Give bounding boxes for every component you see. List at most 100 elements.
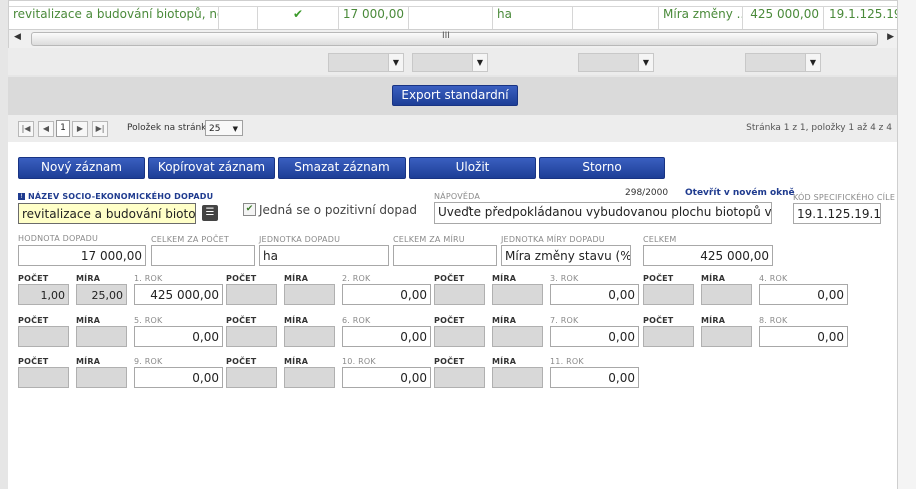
grid-cell-code[interactable]: 19.1.125.19.... [825,7,899,29]
new-record-button[interactable]: Nový záznam [18,157,145,179]
page-input[interactable]: 1 [56,120,70,137]
year-rate-input[interactable] [701,326,752,347]
hint-textarea[interactable]: Uveďte předpokládanou vybudovanou plochu… [434,202,772,224]
vertical-scrollbar[interactable] [897,0,916,489]
year-value-input[interactable]: 0,00 [342,367,431,388]
year-count-input[interactable] [643,284,694,305]
year-value-input[interactable]: 0,00 [342,284,431,305]
count-label: POČET [226,316,257,325]
unit-label: JEDNOTKA DOPADU [259,235,341,244]
code-label: KÓD SPECIFICKÉHO CÍLE [793,193,896,202]
scroll-left-icon[interactable]: ◀ [14,32,21,42]
positive-checkbox[interactable]: ✔ [243,203,256,216]
rate-label: MÍRA [492,357,517,366]
scroll-right-icon[interactable]: ▶ [887,32,894,42]
check-icon: ✔ [258,7,339,29]
grid-cell-unit[interactable]: ha [493,7,573,29]
year-count-input[interactable] [226,284,277,305]
year-label: 8. ROK [759,316,788,325]
next-page-icon[interactable]: ▶ [72,121,88,137]
count-label: POČET [18,316,49,325]
name-label: NÁZEV SOCIO-EKONOMICKÉHO DOPADU [28,192,214,201]
year-count-input[interactable] [643,326,694,347]
year-value-input[interactable]: 0,00 [759,284,848,305]
grip-icon: III [442,31,450,41]
copy-record-button[interactable]: Kopírovat záznam [148,157,275,179]
horizontal-scrollbar[interactable]: ◀ III ▶ [8,29,900,49]
value-label: HODNOTA DOPADU [18,234,99,243]
count-label: POČET [434,274,465,283]
detail-form: Nový záznam Kopírovat záznam Smazat zázn… [8,142,898,489]
total-rate-label: CELKEM ZA MÍRU [393,235,465,244]
value-input[interactable]: 17 000,00 [18,245,146,266]
year-count-input[interactable] [18,367,69,388]
year-rate-input[interactable] [76,367,127,388]
delete-record-button[interactable]: Smazat záznam [278,157,406,179]
grid-cell-name[interactable]: revitalizace a budování biotopů, nově z.… [13,7,219,29]
grid-cell-value[interactable]: 17 000,00 [339,7,409,29]
first-page-icon[interactable]: |◀ [18,121,34,137]
scrollbar-thumb[interactable]: III [31,31,878,46]
rate-label: MÍRA [701,316,726,325]
year-value-input[interactable]: 425 000,00 [134,284,223,305]
year-rate-input[interactable]: 25,00 [76,284,127,305]
year-label: 4. ROK [759,274,788,283]
rate-unit-input[interactable]: Míra změny stavu (%) [501,245,631,266]
total-input[interactable]: 425 000,00 [643,245,773,266]
count-label: POČET [643,316,674,325]
year-value-input[interactable]: 0,00 [134,326,223,347]
hint-counter: 298/2000 [625,188,669,198]
unit-input[interactable]: ha [259,245,389,266]
positive-label: Jedná se o pozitivní dopad [259,203,417,217]
year-label: 3. ROK [550,274,579,283]
open-new-window-link[interactable]: Otevřít v novém okně [685,188,795,198]
year-count-input[interactable] [18,326,69,347]
year-rate-input[interactable] [701,284,752,305]
per-page-value: 25 [209,124,221,134]
year-label: 11. ROK [550,357,584,366]
year-rate-input[interactable] [284,367,335,388]
save-button[interactable]: Uložit [409,157,536,179]
year-rate-input[interactable] [284,284,335,305]
year-count-input[interactable] [434,326,485,347]
year-rate-input[interactable] [492,326,543,347]
year-rate-input[interactable] [492,284,543,305]
year-rate-input[interactable] [284,326,335,347]
total-label: CELKEM [643,235,677,244]
year-count-input[interactable] [226,367,277,388]
year-rate-input[interactable] [76,326,127,347]
last-page-icon[interactable]: ▶| [92,121,108,137]
export-button[interactable]: Export standardní [392,85,518,106]
grid-cell-total[interactable]: 425 000,00 [744,7,824,29]
year-value-input[interactable]: 0,00 [759,326,848,347]
per-page-select[interactable]: 25 ▼ [205,120,243,136]
year-value-input[interactable]: 0,00 [550,367,639,388]
year-value-input[interactable]: 0,00 [550,284,639,305]
grid-cell-measure[interactable]: Míra změny ... [659,7,743,29]
code-input[interactable]: 19.1.125.19.1.2 [793,203,881,224]
rate-label: MÍRA [76,274,101,283]
rate-unit-label: JEDNOTKA MÍRY DOPADU [501,235,605,244]
year-value-input[interactable]: 0,00 [342,326,431,347]
cancel-button[interactable]: Storno [539,157,665,179]
year-value-input[interactable]: 0,00 [134,367,223,388]
filter-bar: ▼ ▼ ▼ ▼ [8,48,898,75]
filter-select-2[interactable]: ▼ [412,53,488,72]
name-input[interactable]: revitalizace a budování biotopů, n ... [18,203,196,224]
year-value-input[interactable]: 0,00 [550,326,639,347]
year-count-input[interactable]: 1,00 [18,284,69,305]
filter-select-4[interactable]: ▼ [745,53,821,72]
filter-select-3[interactable]: ▼ [578,53,654,72]
total-count-input[interactable] [151,245,255,266]
year-count-input[interactable] [226,326,277,347]
total-rate-input[interactable] [393,245,497,266]
year-count-input[interactable] [434,284,485,305]
list-icon[interactable]: ☰ [202,205,218,221]
filter-select-1[interactable]: ▼ [328,53,404,72]
count-label: POČET [643,274,674,283]
count-label: POČET [18,357,49,366]
year-count-input[interactable] [434,367,485,388]
year-rate-input[interactable] [492,367,543,388]
prev-page-icon[interactable]: ◀ [38,121,54,137]
year-label: 2. ROK [342,274,371,283]
